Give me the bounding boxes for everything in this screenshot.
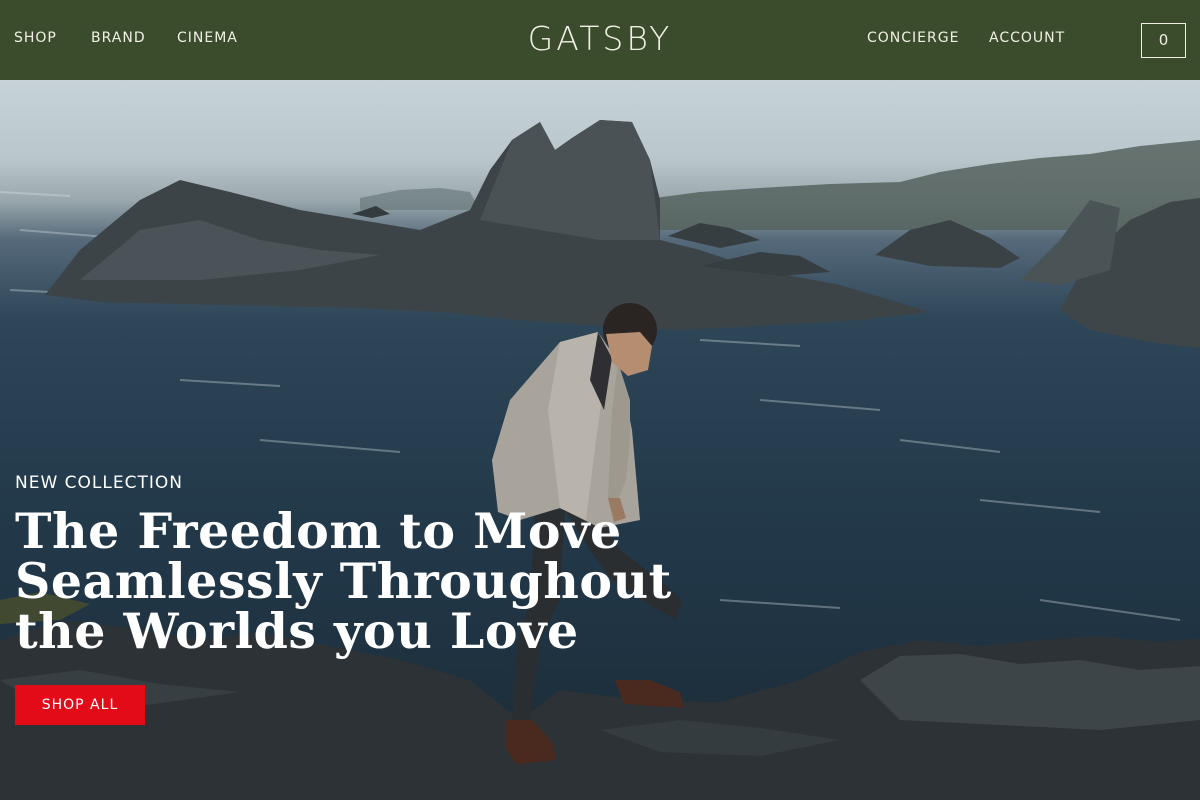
hero-headline: The Freedom to Move Seamlessly Throughou…	[15, 502, 672, 660]
headline-line-3: the Worlds you Love	[15, 602, 579, 660]
hero-image	[0, 120, 1200, 800]
site-header: SHOP BRAND CINEMA GATSBY CONCIERGE ACCOU…	[0, 0, 1200, 80]
nav-shop[interactable]: SHOP	[14, 29, 57, 47]
nav-concierge[interactable]: CONCIERGE	[867, 29, 959, 47]
headline-line-1: The Freedom to Move	[15, 502, 622, 560]
headline-line-2: Seamlessly Throughout	[15, 552, 672, 610]
cart-button[interactable]: 0	[1141, 23, 1186, 58]
hero-banner: NEW COLLECTION The Freedom to Move Seaml…	[0, 80, 1200, 800]
nav-account[interactable]: ACCOUNT	[989, 29, 1065, 47]
brand-logo[interactable]: GATSBY	[500, 19, 700, 59]
collection-eyebrow: NEW COLLECTION	[15, 473, 183, 493]
nav-cinema[interactable]: CINEMA	[177, 29, 238, 47]
nav-brand[interactable]: BRAND	[91, 29, 146, 47]
shop-all-button[interactable]: SHOP ALL	[15, 685, 145, 725]
